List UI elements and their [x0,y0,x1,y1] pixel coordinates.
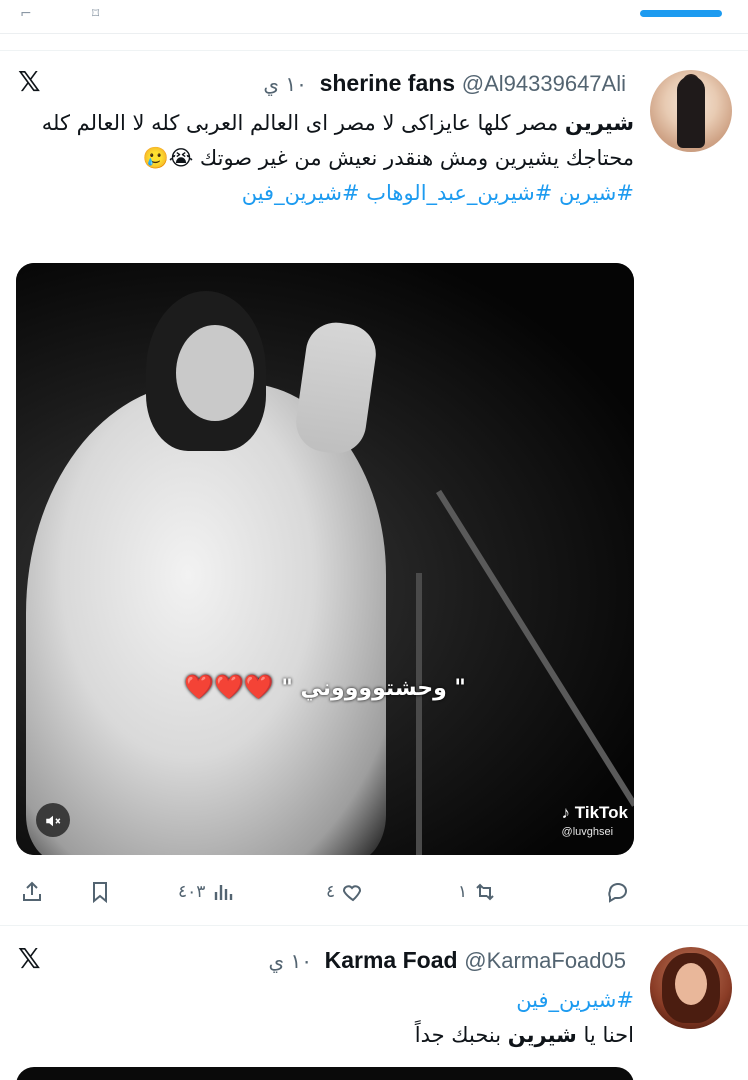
views-count: ٤٠٣ [178,882,206,902]
user-handle[interactable]: @Al94339647Ali [462,71,626,96]
share-icon: ⌐ [20,6,32,22]
previous-tweet-actions-strip: ⌐ ⌑ [0,0,748,34]
video-player[interactable]: " وحشتووووني " ❤️❤️❤️ ♪ TikTok @luvghsei [16,263,634,855]
retweet-count: ١ [458,882,468,902]
tweet-body-prefix: احنا يا [576,1023,634,1047]
tweet-text: #شيرين_فين احنا يا شيرين بنحبك جداً [74,983,634,1053]
tweet-header: sherine fans @Al94339647Ali ١٠ ي [263,70,634,97]
divider [0,925,748,926]
tweet[interactable]: 𝕏 Karma Foad @KarmaFoad05 ١٠ ي #شيرين_في… [0,935,748,1080]
user-handle[interactable]: @KarmaFoad05 [464,948,626,973]
hashtag-link[interactable]: #شيرين_فين [516,988,634,1012]
video-caption: " وحشتووووني " ❤️❤️❤️ [16,673,634,701]
tweet-body: مصر كلها عايزاكى لا مصر اى العالم العربى… [41,111,634,170]
timestamp[interactable]: ١٠ ي [263,72,307,96]
bookmark-button[interactable] [88,874,112,910]
scroll-indicator [640,10,722,17]
divider [0,50,748,51]
hearts-emoji: ❤️❤️❤️ [184,673,274,701]
retweet-button[interactable]: ١ [458,874,497,910]
analytics-icon [215,885,233,900]
bookmark-icon [93,882,107,904]
share-button[interactable] [20,874,44,910]
tweet[interactable]: 𝕏 sherine fans @Al94339647Ali ١٠ ي شيرين… [0,58,748,918]
mute-icon[interactable] [36,803,70,837]
display-name[interactable]: sherine fans [320,70,456,96]
x-logo-icon: 𝕏 [18,65,41,98]
avatar[interactable] [650,947,732,1029]
reply-button[interactable] [606,874,630,910]
like-count: ٤ [326,882,336,902]
heart-icon [343,885,362,902]
tiktok-logo: ♪ TikTok [561,803,628,822]
hashtag-links[interactable]: #شيرين #شيرين_عبد_الوهاب #شيرين_فين [242,181,634,205]
tweet-text: شيرين مصر كلها عايزاكى لا مصر اى العالم … [34,106,634,211]
bold-mention: شيرين [564,111,634,135]
tweet-actions: ٤٠٣ ٤ ١ [0,874,748,910]
tiktok-watermark: ♪ TikTok @luvghsei [562,803,628,838]
display-name[interactable]: Karma Foad [325,947,458,973]
video-caption-text: " وحشتووووني " [281,676,466,701]
timestamp[interactable]: ١٠ ي [268,949,312,973]
media-preview[interactable] [16,1067,634,1080]
views-button[interactable]: ٤٠٣ [178,874,235,910]
avatar[interactable] [650,70,732,152]
tweet-body-suffix: بنحبك جداً [414,1023,508,1047]
retweet-icon [476,883,494,901]
tiktok-username: @luvghsei [561,826,614,838]
share-icon [23,881,41,901]
tweet-header: Karma Foad @KarmaFoad05 ١٠ ي [268,947,634,974]
bookmark-icon: ⌑ [92,6,100,22]
like-button[interactable]: ٤ [326,874,365,910]
x-logo-icon: 𝕏 [18,942,41,975]
reply-icon [608,882,627,903]
bold-mention: شيرين [507,1023,577,1047]
